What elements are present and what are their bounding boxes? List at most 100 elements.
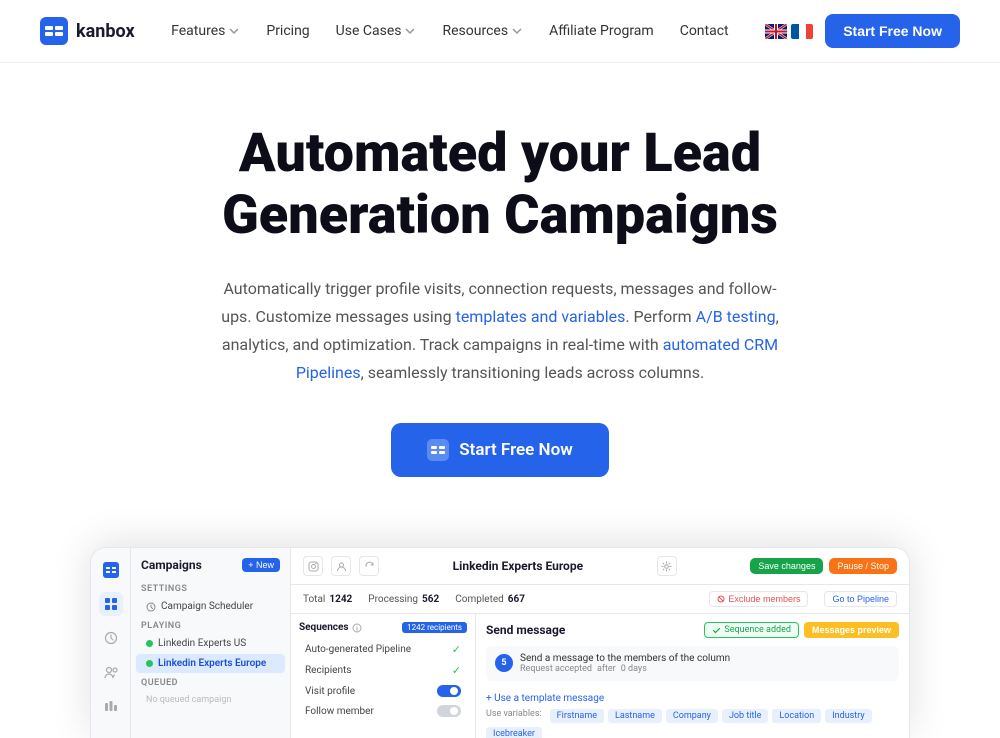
db-person-icon[interactable] xyxy=(331,556,351,576)
logo[interactable]: kanbox xyxy=(40,17,135,45)
db-pause-stop-button[interactable]: Pause / Stop xyxy=(829,558,897,574)
db-content-area: Sequences 1242 recipients Auto-generated… xyxy=(291,614,909,738)
db-instagram-icon[interactable] xyxy=(303,556,323,576)
db-campaign-list: Campaigns + New SETTINGS Campaign Schedu… xyxy=(131,548,291,738)
db-seq-pipeline-row[interactable]: Auto-generated Pipeline ✓ xyxy=(299,639,467,660)
nav-affiliate[interactable]: Affiliate Program xyxy=(539,17,664,45)
nav-links: Features Pricing Use Cases Resources Aff… xyxy=(161,17,738,45)
db-topbar: Linkedin Experts Europe Save changes Pau… xyxy=(291,548,909,585)
db-use-template-link[interactable]: + Use a template message xyxy=(486,693,604,704)
db-sequences-header: Sequences 1242 recipients xyxy=(299,622,467,633)
db-send-message-header: Send message Sequence added Messages pre… xyxy=(486,622,899,638)
db-stat-completed: Completed 667 xyxy=(455,594,525,605)
hero-headline: Automated your Lead Generation Campaigns xyxy=(150,123,850,247)
hero-description: Automatically trigger profile visits, co… xyxy=(220,275,780,387)
db-var-industry[interactable]: Industry xyxy=(825,709,871,723)
chevron-down-icon xyxy=(511,25,523,37)
hero-cta-button[interactable]: Start Free Now xyxy=(391,423,609,477)
db-campaign-item-2[interactable]: Linkedin Experts Europe xyxy=(136,654,285,673)
db-queued-label: QUEUED xyxy=(131,674,290,690)
db-topbar-left-icons xyxy=(303,556,379,576)
toggle-follow-member[interactable]: .db-toggle.off::after{right:auto;left:3p… xyxy=(437,705,461,717)
db-sequences-panel: Sequences 1242 recipients Auto-generated… xyxy=(291,614,476,738)
db-campaigns-title: Campaigns xyxy=(141,558,202,572)
db-use-variables-label: Use variables: xyxy=(486,709,542,723)
db-stat-total: Total 1242 xyxy=(303,594,352,605)
db-settings-icon[interactable] xyxy=(657,556,677,576)
clock-icon xyxy=(146,602,156,612)
nav-pricing[interactable]: Pricing xyxy=(256,17,319,45)
check-icon: ✓ xyxy=(452,643,461,656)
db-stat-processing: Processing 562 xyxy=(368,594,439,605)
db-exclude-members-button[interactable]: Exclude members xyxy=(709,591,808,607)
db-campaigns-header: Campaigns + New xyxy=(131,558,290,580)
hero-section: Automated your Lead Generation Campaigns… xyxy=(0,63,1000,507)
db-var-icebreaker[interactable]: Icebreaker xyxy=(486,727,542,738)
db-sequences-title: Sequences xyxy=(299,622,362,633)
db-message-number: 5 xyxy=(495,654,513,672)
db-new-campaign-button[interactable]: + New xyxy=(242,558,280,572)
status-dot-playing xyxy=(146,640,153,647)
flag-english[interactable] xyxy=(765,24,787,39)
db-var-company[interactable]: Company xyxy=(666,709,718,723)
db-refresh-icon[interactable] xyxy=(359,556,379,576)
db-save-changes-button[interactable]: Save changes xyxy=(750,558,823,574)
db-icon-crm[interactable] xyxy=(99,694,123,718)
nav-right: Start Free Now xyxy=(765,14,960,48)
db-topbar-actions: Save changes Pause / Stop xyxy=(750,558,897,574)
chevron-down-icon xyxy=(404,25,416,37)
db-seq-recipients-row[interactable]: Recipients ✓ xyxy=(299,660,467,681)
db-main-panel: Linkedin Experts Europe Save changes Pau… xyxy=(291,548,909,738)
logo-text: kanbox xyxy=(76,21,135,42)
nav-use-cases[interactable]: Use Cases xyxy=(326,17,427,45)
db-messages-preview-button[interactable]: Messages preview xyxy=(804,622,899,638)
db-campaign-name: Linkedin Experts Europe xyxy=(453,559,583,573)
db-seq-follow-member-row[interactable]: Follow member .db-toggle.off::after{righ… xyxy=(299,701,467,721)
db-icon-users[interactable] xyxy=(99,660,123,684)
dashboard-preview: Campaigns + New SETTINGS Campaign Schedu… xyxy=(90,547,910,738)
navbar: kanbox Features Pricing Use Cases Resour… xyxy=(0,0,1000,63)
flag-french[interactable] xyxy=(791,24,813,39)
nav-resources[interactable]: Resources xyxy=(432,17,533,45)
db-playing-label: PLAYING xyxy=(131,617,290,633)
kanbox-cta-icon xyxy=(427,439,449,461)
db-stats-bar: Total 1242 Processing 562 Completed 667 … xyxy=(291,585,909,614)
db-seq-visit-profile-row[interactable]: Visit profile xyxy=(299,681,467,701)
chevron-down-icon xyxy=(228,25,240,37)
db-send-message-panel: Send message Sequence added Messages pre… xyxy=(476,614,909,738)
db-sidebar-icons xyxy=(91,548,131,738)
nav-contact[interactable]: Contact xyxy=(670,17,739,45)
db-var-firstname[interactable]: Firstname xyxy=(550,709,604,723)
db-go-pipeline-button[interactable]: Go to Pipeline xyxy=(824,591,897,607)
db-var-location[interactable]: Location xyxy=(772,709,821,723)
ab-testing-link[interactable]: A/B testing xyxy=(696,307,776,326)
toggle-visit-profile[interactable] xyxy=(437,685,461,697)
templates-variables-link[interactable]: templates and variables xyxy=(456,307,626,326)
language-switcher[interactable] xyxy=(765,24,813,39)
db-icon-clock[interactable] xyxy=(99,626,123,650)
nav-cta-button[interactable]: Start Free Now xyxy=(825,14,960,48)
db-message-content: Send a message to the members of the col… xyxy=(520,653,890,674)
db-icon-campaigns[interactable] xyxy=(99,592,123,616)
db-icon-logo[interactable] xyxy=(99,558,123,582)
db-sequence-added-badge: Sequence added xyxy=(704,622,799,638)
db-campaign-scheduler-item[interactable]: Campaign Scheduler xyxy=(136,597,285,616)
db-campaign-item-queued: No queued campaign xyxy=(136,691,285,709)
db-sequences-badge: 1242 recipients xyxy=(402,622,467,633)
db-var-jobtitle[interactable]: Job title xyxy=(722,709,768,723)
db-topbar-settings-icons xyxy=(657,556,677,576)
check-icon: ✓ xyxy=(452,664,461,677)
db-send-message-title: Send message xyxy=(486,623,565,637)
db-message-meta: Request accepted after 0 days xyxy=(520,664,890,674)
info-icon xyxy=(352,623,362,633)
status-dot-playing xyxy=(146,660,153,667)
db-message-text: Send a message to the members of the col… xyxy=(520,653,890,664)
nav-features[interactable]: Features xyxy=(161,17,250,45)
db-settings-label: SETTINGS xyxy=(131,580,290,596)
kanbox-logo-icon xyxy=(40,17,68,45)
db-campaign-item-1[interactable]: Linkedin Experts US xyxy=(136,634,285,653)
checkmark-icon xyxy=(712,626,721,635)
db-var-lastname[interactable]: Lastname xyxy=(608,709,662,723)
exclude-icon xyxy=(717,595,725,603)
db-message-row: 5 Send a message to the members of the c… xyxy=(486,646,899,681)
